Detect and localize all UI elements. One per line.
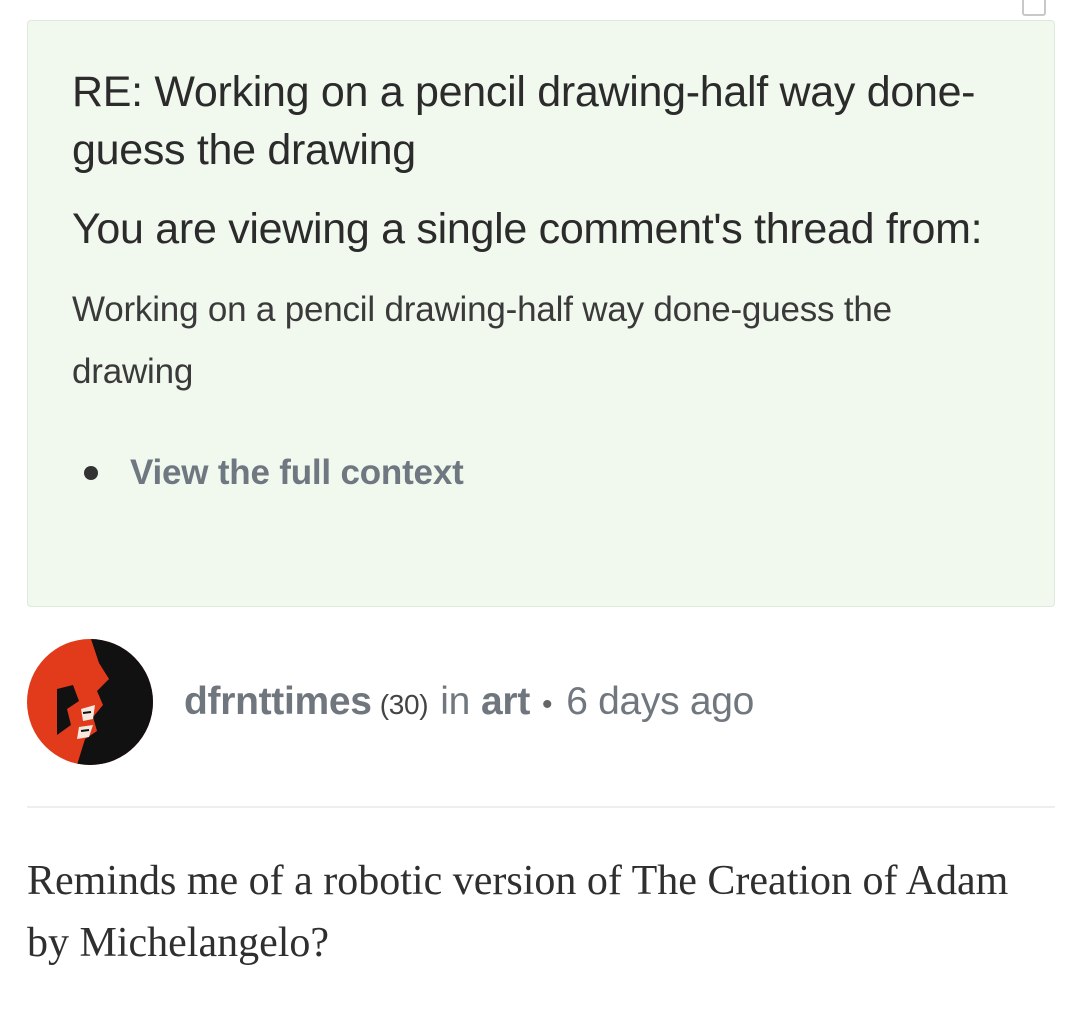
category-link[interactable]: art: [481, 680, 530, 724]
thread-context-notice: You are viewing a single comment's threa…: [72, 205, 983, 253]
bullet-icon: [84, 466, 98, 480]
divider: [27, 806, 1055, 808]
view-full-context-link[interactable]: View the full context: [130, 449, 464, 497]
post-author-row: dfrnttimes (30) in art • 6 days ago: [27, 638, 1055, 766]
author-reputation: (30): [379, 689, 429, 720]
red-black-face-avatar-icon: [27, 639, 153, 765]
thread-title: RE: Working on a pencil drawing-half way…: [72, 68, 976, 174]
post-meta: dfrnttimes (30) in art • 6 days ago: [184, 680, 754, 724]
post-timestamp[interactable]: 6 days ago: [566, 680, 754, 724]
flag-icon[interactable]: [1022, 0, 1046, 16]
author-name[interactable]: dfrnttimes: [184, 680, 372, 724]
thread-context-box: RE: Working on a pencil drawing-half way…: [27, 20, 1055, 607]
list-item: View the full context: [72, 449, 1010, 497]
parent-post-link[interactable]: Working on a pencil drawing-half way don…: [72, 279, 1010, 403]
comment-body: Reminds me of a robotic version of The C…: [27, 858, 1009, 966]
avatar[interactable]: [27, 639, 153, 765]
context-links-list: View the full context: [72, 449, 1010, 497]
separator-dot: •: [542, 688, 553, 721]
in-label: in: [440, 680, 471, 723]
